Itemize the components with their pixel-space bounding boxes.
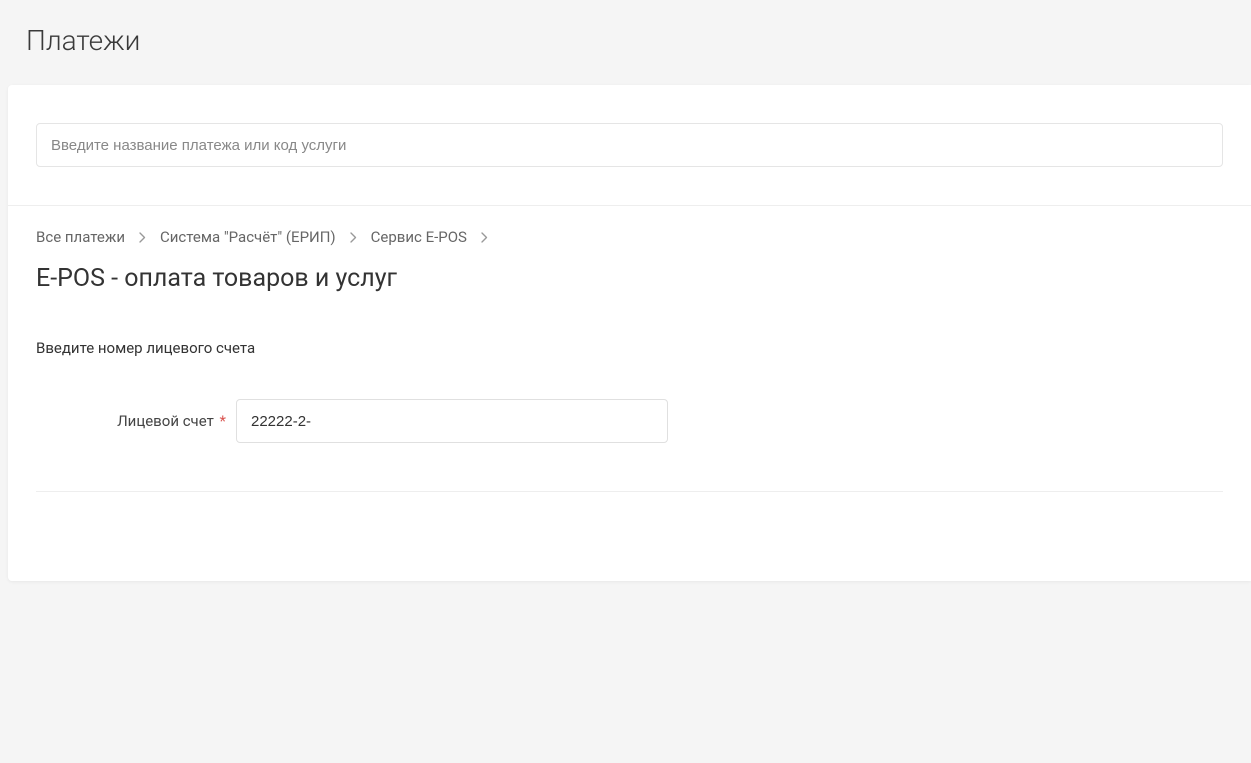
required-marker: * xyxy=(220,412,226,430)
account-label: Лицевой счет xyxy=(117,412,214,430)
payments-card: Все платежи Система "Расчёт" (ЕРИП) Серв… xyxy=(8,85,1251,581)
search-input[interactable] xyxy=(36,123,1223,167)
chevron-right-icon xyxy=(481,232,488,243)
content-section: Все платежи Система "Расчёт" (ЕРИП) Серв… xyxy=(8,206,1251,492)
service-title: E-POS - оплата товаров и услуг xyxy=(36,264,1223,293)
breadcrumb-all-payments[interactable]: Все платежи xyxy=(36,228,125,246)
chevron-right-icon xyxy=(350,232,357,243)
breadcrumb: Все платежи Система "Расчёт" (ЕРИП) Серв… xyxy=(36,228,1223,246)
breadcrumb-erip[interactable]: Система "Расчёт" (ЕРИП) xyxy=(160,228,336,246)
account-label-col: Лицевой счет * xyxy=(36,412,236,430)
form-instruction: Введите номер лицевого счета xyxy=(36,339,1223,357)
divider xyxy=(36,491,1223,492)
account-input[interactable] xyxy=(236,399,668,443)
chevron-right-icon xyxy=(139,232,146,243)
breadcrumb-epos[interactable]: Сервис E-POS xyxy=(371,228,467,246)
search-section xyxy=(8,85,1251,206)
page-title: Платежи xyxy=(26,24,1225,57)
account-row: Лицевой счет * xyxy=(36,399,1223,443)
